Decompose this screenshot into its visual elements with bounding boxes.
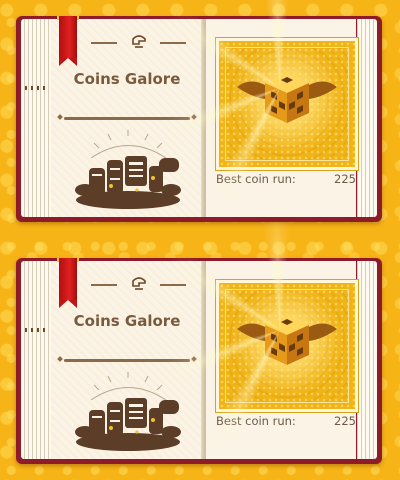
ornament-line-left bbox=[91, 42, 117, 44]
stat-label: Best coin run: bbox=[216, 172, 296, 186]
page-edge-marks bbox=[25, 86, 49, 90]
ornament-line-right bbox=[160, 284, 186, 286]
bookmark-ribbon bbox=[59, 16, 77, 66]
course-card[interactable] bbox=[216, 280, 358, 412]
best-coin-run-row: Best coin run: 225 bbox=[216, 170, 356, 188]
page-stack-left bbox=[21, 261, 53, 459]
stat-label: Best coin run: bbox=[216, 414, 296, 428]
page-stack-left bbox=[21, 19, 53, 217]
page-stack-right bbox=[357, 19, 377, 217]
ornament-line-right bbox=[160, 42, 186, 44]
course-book-1[interactable]: Coins Galore Best coin run: 225 bbox=[16, 16, 382, 222]
page-stack-right bbox=[357, 261, 377, 459]
ornament-line-left bbox=[91, 284, 117, 286]
bookmark-ribbon bbox=[59, 258, 77, 308]
header-ornament bbox=[91, 277, 186, 292]
winged-block-icon bbox=[237, 73, 337, 123]
winged-block-icon bbox=[237, 315, 337, 365]
course-title: Coins Galore bbox=[73, 70, 181, 88]
course-title: Coins Galore bbox=[73, 312, 181, 330]
best-coin-run-row: Best coin run: 225 bbox=[216, 412, 356, 430]
title-divider bbox=[64, 359, 190, 362]
header-ornament bbox=[91, 35, 186, 50]
course-book-2[interactable]: Coins Galore Best coin run: 225 bbox=[16, 258, 382, 464]
treasure-pile-icon bbox=[75, 130, 181, 209]
course-card[interactable] bbox=[216, 38, 358, 170]
stat-value: 225 bbox=[334, 414, 356, 428]
treasure-pile-icon bbox=[75, 372, 181, 451]
hat-icon bbox=[132, 277, 146, 290]
hat-icon bbox=[132, 35, 146, 48]
stat-value: 225 bbox=[334, 172, 356, 186]
title-divider bbox=[64, 117, 190, 120]
page-edge-marks bbox=[25, 328, 49, 332]
